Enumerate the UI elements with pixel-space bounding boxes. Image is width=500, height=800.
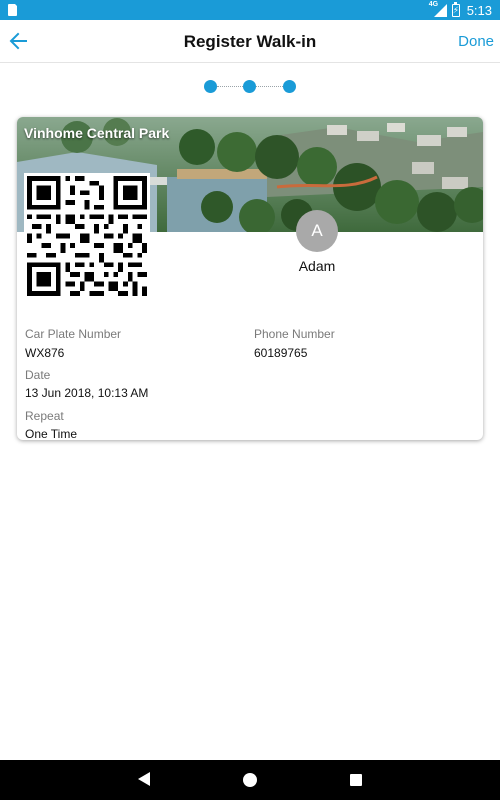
signal-icon: 4G <box>428 1 447 17</box>
step-dot-3 <box>283 80 296 93</box>
progress-stepper <box>204 80 296 94</box>
visitor-name: Adam <box>298 258 336 274</box>
step-connector <box>256 86 283 87</box>
system-nav-bar <box>0 760 500 800</box>
step-dot-1 <box>204 80 217 93</box>
location-name: Vinhome Central Park <box>24 125 170 141</box>
home-circle-icon[interactable] <box>243 773 257 787</box>
network-type-label: 4G <box>428 1 439 8</box>
page-title: Register Walk-in <box>183 32 317 51</box>
date-label: Date <box>25 368 51 382</box>
done-button[interactable]: Done <box>458 33 494 50</box>
sim-card-icon <box>8 3 18 16</box>
recents-square-icon[interactable] <box>350 774 362 786</box>
phone-number-value: 60189765 <box>254 346 308 360</box>
back-button[interactable] <box>6 28 32 54</box>
back-triangle-icon[interactable] <box>138 772 150 786</box>
app-bar: Register Walk-in Done <box>0 20 500 63</box>
visitor-pass-card: Vinhome Central Park A Adam Car Plate Nu… <box>17 117 483 440</box>
status-bar: 4G ⚡ 5:13 <box>0 0 500 20</box>
status-time: 5:13 <box>466 2 492 18</box>
car-plate-label: Car Plate Number <box>25 327 122 341</box>
step-connector <box>217 86 243 87</box>
screen: 4G ⚡ 5:13 Register Walk-in Done Vinhome … <box>0 0 500 800</box>
repeat-value: One Time <box>25 427 78 440</box>
car-plate-value: WX876 <box>25 346 65 360</box>
qr-code <box>24 173 150 299</box>
phone-number-label: Phone Number <box>254 327 335 341</box>
step-dot-2 <box>243 80 256 93</box>
repeat-label: Repeat <box>25 409 64 423</box>
arrow-left-icon <box>9 32 27 50</box>
battery-charging-icon: ⚡ <box>451 1 460 17</box>
date-value: 13 Jun 2018, 10:13 AM <box>25 386 149 400</box>
avatar: A <box>296 210 338 252</box>
status-icons: 4G ⚡ 5:13 <box>428 0 492 20</box>
